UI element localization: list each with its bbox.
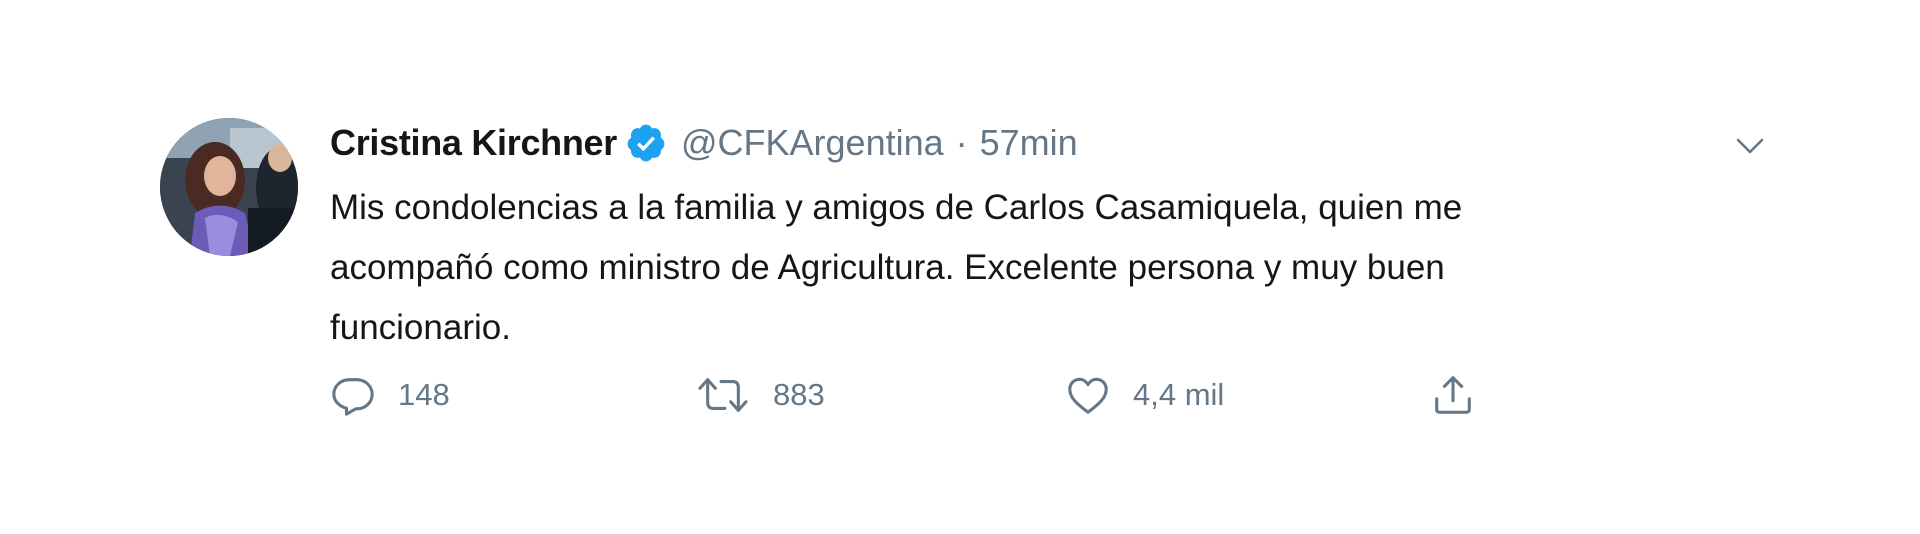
separator-dot: · bbox=[955, 122, 968, 163]
tweet-text: Mis condolencias a la familia y amigos d… bbox=[330, 178, 1730, 358]
reply-button[interactable]: 148 bbox=[330, 370, 450, 420]
chevron-down-icon[interactable] bbox=[1730, 126, 1770, 166]
retweet-button[interactable]: 883 bbox=[695, 370, 825, 420]
author-handle[interactable]: @CFKArgentina bbox=[681, 122, 944, 164]
tweet-text-line: funcionario. bbox=[330, 308, 511, 347]
like-count: 4,4 mil bbox=[1133, 377, 1225, 412]
tweet-header: Cristina Kirchner @CFKArgentina · 57min bbox=[330, 118, 1078, 168]
like-button[interactable]: 4,4 mil bbox=[1065, 370, 1224, 420]
reply-icon bbox=[330, 372, 376, 418]
verified-badge-icon bbox=[625, 122, 667, 164]
retweet-count: 883 bbox=[773, 377, 825, 412]
author-display-name[interactable]: Cristina Kirchner bbox=[330, 122, 617, 164]
share-icon bbox=[1430, 372, 1476, 418]
reply-count: 148 bbox=[398, 377, 450, 412]
like-icon bbox=[1065, 372, 1111, 418]
tweet-actions: 148 883 4,4 mil bbox=[330, 370, 1730, 420]
avatar[interactable] bbox=[160, 118, 298, 256]
tweet-text-line: Mis condolencias a la familia y amigos d… bbox=[330, 188, 1463, 227]
share-button[interactable] bbox=[1430, 370, 1476, 420]
tweet-timestamp[interactable]: 57min bbox=[980, 122, 1078, 164]
tweet-text-line: acompañó como ministro de Agricultura. E… bbox=[330, 248, 1445, 287]
retweet-icon bbox=[695, 372, 751, 418]
